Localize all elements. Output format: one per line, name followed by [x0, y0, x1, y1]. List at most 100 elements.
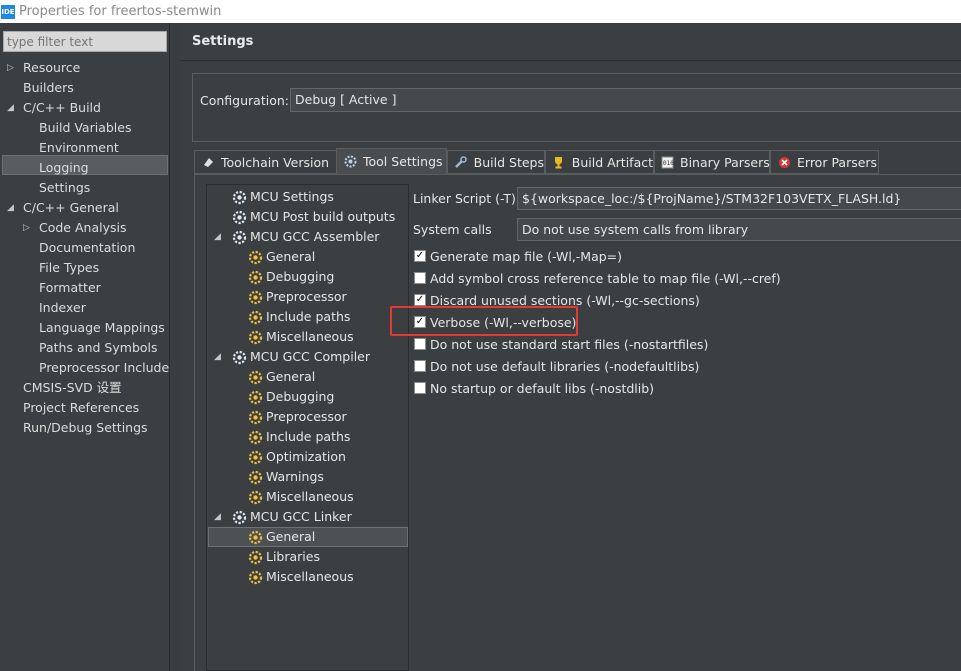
collapse-arrow-icon[interactable]: ◢ — [214, 227, 221, 247]
annotation-highlight-box — [390, 306, 578, 336]
tool-gear-icon — [231, 349, 247, 365]
configuration-select[interactable]: Debug [ Active ] — [290, 88, 961, 112]
tree-item-assembler-include-paths[interactable]: Include paths — [247, 307, 350, 327]
tree-item-mcu-gcc-linker[interactable]: ◢ MCU GCC Linker — [214, 507, 352, 527]
system-calls-select[interactable]: Do not use system calls from library — [517, 218, 961, 241]
checkbox-unchecked-icon[interactable] — [414, 272, 426, 284]
nav-item-run-debug-settings[interactable]: Run/Debug Settings — [23, 418, 148, 438]
tab-build-steps[interactable]: Build Steps — [447, 150, 545, 174]
tree-item-compiler-debugging[interactable]: Debugging — [247, 387, 334, 407]
expand-arrow-icon[interactable]: ▷ — [23, 218, 30, 238]
checkbox-unchecked-icon[interactable] — [414, 382, 426, 394]
nav-item-builders[interactable]: Builders — [23, 78, 74, 98]
nav-item-language-mappings[interactable]: Language Mappings — [39, 318, 165, 338]
collapse-arrow-icon[interactable]: ◢ — [7, 198, 14, 218]
tab-toolchain-version[interactable]: Toolchain Version — [194, 150, 337, 174]
option-gear-icon — [247, 429, 263, 445]
tree-item-assembler-preprocessor[interactable]: Preprocessor — [247, 287, 347, 307]
option-cross-reference-table[interactable]: Add symbol cross reference table to map … — [414, 269, 781, 287]
tool-gear-icon — [231, 509, 247, 525]
option-nostartfiles[interactable]: Do not use standard start files (-nostar… — [414, 335, 708, 353]
tab-error-parsers[interactable]: Error Parsers — [770, 150, 879, 174]
tree-item-compiler-miscellaneous[interactable]: Miscellaneous — [247, 487, 354, 507]
tree-item-compiler-warnings[interactable]: Warnings — [247, 467, 324, 487]
chip-icon — [201, 155, 215, 169]
page-header: Settings — [180, 23, 961, 61]
tool-gear-icon — [231, 229, 247, 245]
expand-arrow-icon[interactable]: ▷ — [7, 58, 14, 78]
collapse-arrow-icon[interactable]: ◢ — [214, 507, 221, 527]
tree-item-linker-libraries[interactable]: Libraries — [247, 547, 320, 567]
error-icon — [777, 155, 791, 169]
tree-item-assembler-general[interactable]: General — [247, 247, 315, 267]
tool-gear-icon — [231, 189, 247, 205]
tab-bar: Toolchain Version Tool Settings Build St… — [194, 148, 961, 174]
ide-logo-icon: IDE — [1, 4, 15, 19]
nav-item-paths-and-symbols[interactable]: Paths and Symbols — [39, 338, 158, 358]
wrench-icon — [454, 155, 468, 169]
tree-item-compiler-preprocessor[interactable]: Preprocessor — [247, 407, 347, 427]
page-title: Settings — [192, 34, 254, 49]
nav-item-settings[interactable]: Settings — [39, 178, 90, 198]
tab-binary-parsers[interactable]: 010 Binary Parsers — [654, 150, 770, 174]
option-generate-map-file[interactable]: ✓ Generate map file (-Wl,-Map=) — [414, 247, 622, 265]
linker-script-label: Linker Script (-T) — [413, 191, 516, 206]
configuration-label: Configuration: — [200, 93, 289, 108]
option-gear-icon — [247, 569, 263, 585]
linker-script-input[interactable]: ${workspace_loc:/${ProjName}/STM32F103VE… — [517, 187, 961, 210]
tree-item-mcu-post-build-outputs[interactable]: MCU Post build outputs — [231, 207, 395, 227]
tree-item-linker-miscellaneous[interactable]: Miscellaneous — [247, 567, 354, 587]
collapse-arrow-icon[interactable]: ◢ — [214, 347, 221, 367]
option-gear-icon — [247, 249, 263, 265]
option-gear-icon — [247, 549, 263, 565]
tab-build-artifact[interactable]: Build Artifact — [545, 150, 654, 174]
tree-item-compiler-include-paths[interactable]: Include paths — [247, 427, 350, 447]
nav-item-cmsis-svd[interactable]: CMSIS-SVD 设置 — [23, 378, 122, 398]
nav-item-documentation[interactable]: Documentation — [39, 238, 135, 258]
trophy-icon — [552, 155, 566, 169]
option-gear-icon — [247, 369, 263, 385]
nav-item-formatter[interactable]: Formatter — [39, 278, 101, 298]
nav-item-project-references[interactable]: Project References — [23, 398, 139, 418]
gear-icon — [343, 155, 357, 169]
tool-gear-icon — [231, 209, 247, 225]
nav-item-cc-general[interactable]: ◢ C/C++ General — [7, 198, 119, 218]
collapse-arrow-icon[interactable]: ◢ — [7, 98, 14, 118]
checkbox-checked-icon[interactable]: ✓ — [414, 294, 426, 306]
filter-input[interactable] — [3, 31, 167, 52]
tab-tool-settings[interactable]: Tool Settings — [336, 148, 447, 174]
option-nodefaultlibs[interactable]: Do not use default libraries (-nodefault… — [414, 357, 699, 375]
nav-item-file-types[interactable]: File Types — [39, 258, 99, 278]
tree-item-mcu-settings[interactable]: MCU Settings — [231, 187, 334, 207]
nav-item-build-variables[interactable]: Build Variables — [39, 118, 131, 138]
nav-item-logging[interactable]: Logging — [39, 158, 89, 178]
option-gear-icon — [247, 449, 263, 465]
option-gear-icon — [247, 469, 263, 485]
option-nostdlib[interactable]: No startup or default libs (-nostdlib) — [414, 379, 654, 397]
checkbox-unchecked-icon[interactable] — [414, 360, 426, 372]
option-gear-icon — [247, 529, 263, 545]
option-gear-icon — [247, 409, 263, 425]
tree-item-compiler-optimization[interactable]: Optimization — [247, 447, 346, 467]
nav-item-indexer[interactable]: Indexer — [39, 298, 86, 318]
svg-text:010: 010 — [663, 160, 674, 167]
nav-item-code-analysis[interactable]: ▷ Code Analysis — [23, 218, 126, 238]
tree-item-mcu-gcc-compiler[interactable]: ◢ MCU GCC Compiler — [214, 347, 370, 367]
nav-item-resource[interactable]: ▷ Resource — [7, 58, 80, 78]
tree-item-mcu-gcc-assembler[interactable]: ◢ MCU GCC Assembler — [214, 227, 379, 247]
tree-item-linker-general[interactable]: General — [247, 527, 315, 547]
checkbox-unchecked-icon[interactable] — [414, 338, 426, 350]
tree-item-assembler-debugging[interactable]: Debugging — [247, 267, 334, 287]
checkbox-checked-icon[interactable]: ✓ — [414, 250, 426, 262]
nav-item-preprocessor-include[interactable]: Preprocessor Include — [39, 358, 169, 378]
option-gear-icon — [247, 389, 263, 405]
option-gear-icon — [247, 329, 263, 345]
window-title: Properties for freertos-stemwin — [19, 4, 222, 19]
option-gear-icon — [247, 489, 263, 505]
nav-item-cc-build[interactable]: ◢ C/C++ Build — [7, 98, 101, 118]
tree-item-assembler-miscellaneous[interactable]: Miscellaneous — [247, 327, 354, 347]
nav-item-environment[interactable]: Environment — [39, 138, 119, 158]
option-gear-icon — [247, 309, 263, 325]
option-gear-icon — [247, 289, 263, 305]
tree-item-compiler-general[interactable]: General — [247, 367, 315, 387]
